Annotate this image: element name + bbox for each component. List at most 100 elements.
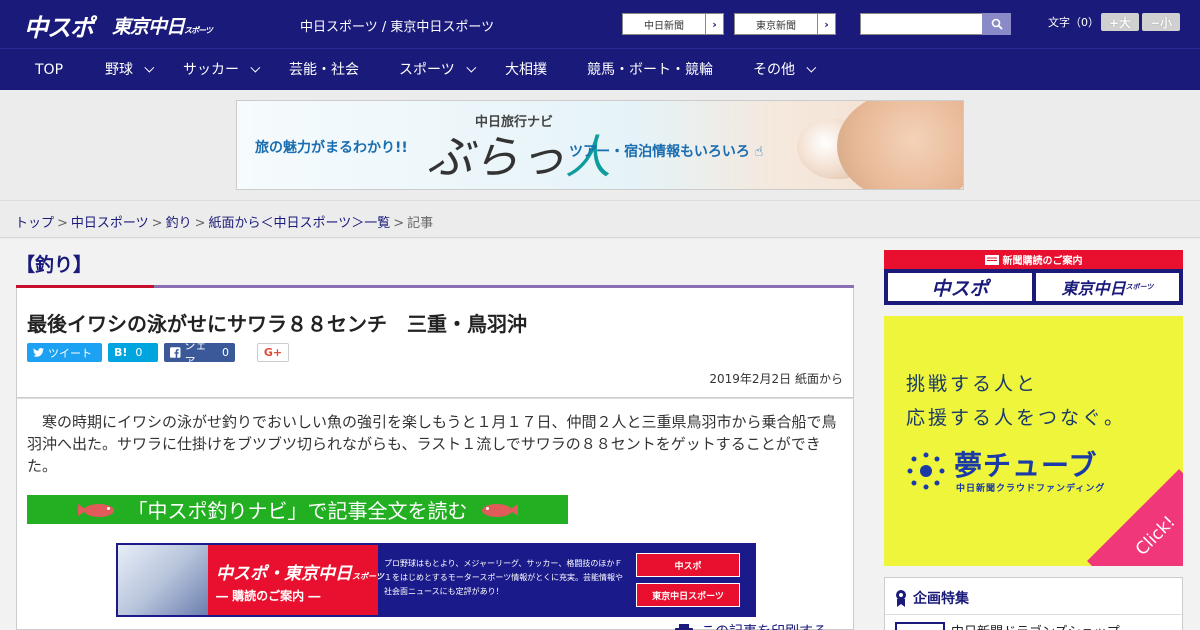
subscription-title-suffix: スポーツ: [352, 572, 384, 581]
sidebar-subscription-title: 新聞購読のご案内: [1002, 256, 1083, 267]
subscribe-chunichi-button[interactable]: 中スポ: [636, 553, 740, 577]
google-plus-button[interactable]: G+: [257, 343, 289, 362]
nav-label: 競馬・ボート・競輪: [587, 62, 713, 78]
players-photo: [118, 545, 208, 615]
nav-label: サッカー: [183, 62, 239, 78]
special-features-box: 企画特集 中日新聞ドラゴンズショップ: [884, 577, 1184, 630]
ribbon-icon: [896, 590, 906, 607]
nav-item-racing[interactable]: 競馬・ボート・競輪: [587, 49, 713, 91]
breadcrumb-fishing[interactable]: 釣り: [166, 216, 192, 231]
nav-item-entertainment[interactable]: 芸能・社会: [289, 49, 359, 91]
breadcrumb-top[interactable]: トップ: [15, 216, 54, 231]
breadcrumb-separator: >: [194, 216, 206, 231]
pointing-hand-icon: ☝: [754, 144, 764, 160]
breadcrumb-paper-list[interactable]: 紙面から＜中日スポーツ＞一覧: [209, 216, 391, 231]
chunichi-sports-logo[interactable]: 中スポ: [24, 8, 94, 43]
breadcrumb-separator: >: [57, 216, 68, 231]
subscription-title: 中スポ・東京中日スポーツ: [216, 559, 384, 584]
ad-brand-small: 中日旅行ナビ: [475, 115, 554, 130]
chevron-down-icon: [806, 62, 817, 73]
breadcrumb-chunichi-sports[interactable]: 中日スポーツ: [71, 216, 149, 231]
sidebar-subscription-box: 新聞購読のご案内 中スポ 東京中日 スポーツ: [884, 250, 1183, 305]
yume-tube-ad[interactable]: 挑戦する人と 応援する人をつなぐ。 夢チューブ 中日新聞クラウドファンディング …: [884, 316, 1183, 566]
subscription-banner[interactable]: 中スポ・東京中日スポーツ ― 購読のご案内 ― プロ野球はもとより、メジャーリー…: [116, 543, 756, 617]
sidebar-tokyo-chunichi-button[interactable]: 東京中日 スポーツ: [1036, 273, 1179, 301]
breadcrumb: トップ > 中日スポーツ > 釣り > 紙面から＜中日スポーツ＞一覧 > 記事: [15, 212, 433, 231]
nav-item-top[interactable]: TOP: [35, 49, 63, 91]
yume-title: 夢チューブ: [954, 449, 1098, 482]
chevron-right-icon: ›: [705, 14, 723, 34]
sidebar-tokyo-chunichi-suffix: スポーツ: [1125, 283, 1154, 291]
subscription-title-text: 中スポ・東京中日: [216, 564, 352, 584]
tweet-label: ツイート: [48, 346, 92, 360]
hatena-bookmark-button[interactable]: B! 0: [108, 343, 158, 362]
fishing-navi-button[interactable]: 「中スポ釣りナビ」で記事全文を読む: [27, 495, 568, 524]
tokyo-shimbun-link[interactable]: 東京新聞 ›: [734, 13, 836, 35]
search-button[interactable]: [982, 13, 1011, 35]
special-features-header: 企画特集: [895, 588, 969, 608]
article-title: 最後イワシの泳がせにサワラ８８センチ 三重・鳥羽沖: [27, 312, 527, 336]
sidebar-subscription-header: 新聞購読のご案内: [884, 250, 1183, 269]
facebook-count: 0: [222, 346, 229, 359]
font-larger-button[interactable]: +大: [1101, 13, 1139, 31]
print-article-link[interactable]: この記事を印刷する: [675, 621, 827, 630]
tweet-button[interactable]: ツイート: [27, 343, 102, 362]
tokyo-chunichi-logo[interactable]: 東京中日スポーツ: [112, 12, 213, 39]
nav-item-sumo[interactable]: 大相撲: [505, 49, 547, 91]
chevron-down-icon: [466, 62, 477, 73]
nav-label: 野球: [105, 62, 133, 78]
tokyo-shimbun-label: 東京新聞: [756, 20, 796, 32]
font-size-label: 文字（0）: [1048, 16, 1099, 29]
font-smaller-button[interactable]: −小: [1142, 13, 1180, 31]
subscription-subtitle: ― 購読のご案内 ―: [216, 589, 321, 603]
travel-ad-banner[interactable]: 旅の魅力がまるわかり!! ぶらっ人 中日旅行ナビ ツアー・宿泊情報もいろいろ ☝: [236, 100, 964, 190]
top-header: 中スポ 東京中日スポーツ 中日スポーツ / 東京中日スポーツ 中日新聞 › 東京…: [0, 0, 1200, 48]
article-lead: 寒の時期にイワシの泳がせ釣りでおいしい魚の強引を楽しもうと１月１７日、仲間２人と…: [27, 413, 837, 475]
article-header: 最後イワシの泳がせにサワラ８８センチ 三重・鳥羽沖 ツイート B! 0 シェア …: [16, 288, 854, 398]
main-nav: TOP 野球 サッカー 芸能・社会 スポーツ 大相撲 競馬・ボート・競輪 その他: [0, 48, 1200, 90]
yume-subtitle: 中日新聞クラウドファンディング: [956, 484, 1106, 494]
subscribe-tokyo-button[interactable]: 東京中日スポーツ: [636, 583, 740, 607]
yume-dots-icon: [907, 452, 945, 490]
ad-right-text-label: ツアー・宿泊情報もいろいろ: [569, 144, 750, 160]
nav-label: 大相撲: [505, 62, 547, 78]
subscription-title-block: 中スポ・東京中日スポーツ ― 購読のご案内 ―: [208, 545, 384, 615]
chevron-down-icon: [250, 62, 261, 73]
nav-label: その他: [753, 62, 795, 78]
chunichi-shimbun-label: 中日新聞: [644, 20, 684, 32]
facebook-icon: [170, 347, 181, 358]
facebook-share-label: シェア: [184, 338, 207, 368]
chunichi-shimbun-link[interactable]: 中日新聞 ›: [622, 13, 724, 35]
nav-item-soccer[interactable]: サッカー: [183, 49, 261, 91]
facebook-share-button[interactable]: シェア 0: [164, 339, 235, 368]
chevron-right-icon: ›: [817, 14, 835, 34]
divider: [885, 614, 1184, 615]
fish-icon: [474, 501, 518, 519]
nav-label: 芸能・社会: [289, 62, 359, 78]
dragons-shop-link[interactable]: 中日新聞ドラゴンズショップ: [951, 621, 1120, 630]
yume-line1: 挑戦する人と: [906, 373, 1039, 395]
subscription-description: プロ野球はもとより、メジャーリーグ、サッカー、格闘技のほかＦ１をはじめとするモー…: [384, 559, 623, 596]
category-title: 【釣り】: [16, 254, 93, 276]
nav-item-baseball[interactable]: 野球: [105, 49, 155, 91]
breadcrumb-current: 記事: [407, 216, 434, 231]
ad-brand-a: ぶらっ: [427, 130, 565, 184]
hatena-count: 0: [135, 346, 143, 359]
search-input[interactable]: [860, 13, 982, 35]
hatena-bookmark-icon: B!: [114, 346, 128, 359]
breadcrumb-separator: >: [393, 216, 405, 231]
sidebar-chunichi-sports-button[interactable]: 中スポ: [888, 273, 1032, 301]
site-links[interactable]: 中日スポーツ / 東京中日スポーツ: [300, 16, 494, 35]
sidebar-tokyo-chunichi-label: 東京中日: [1061, 279, 1126, 298]
chevron-down-icon: [144, 62, 155, 73]
breadcrumb-separator: >: [151, 216, 163, 231]
nav-label: スポーツ: [399, 62, 455, 78]
printer-icon: [675, 624, 693, 630]
twitter-icon: [33, 347, 44, 357]
nav-label: TOP: [35, 62, 64, 78]
tokyo-chunichi-logo-text: 東京中日: [112, 16, 185, 38]
woman-photo: [837, 101, 963, 189]
nav-item-other[interactable]: その他: [753, 49, 817, 91]
nav-item-sports[interactable]: スポーツ: [399, 49, 477, 91]
dragons-shop-thumbnail[interactable]: [895, 622, 945, 630]
